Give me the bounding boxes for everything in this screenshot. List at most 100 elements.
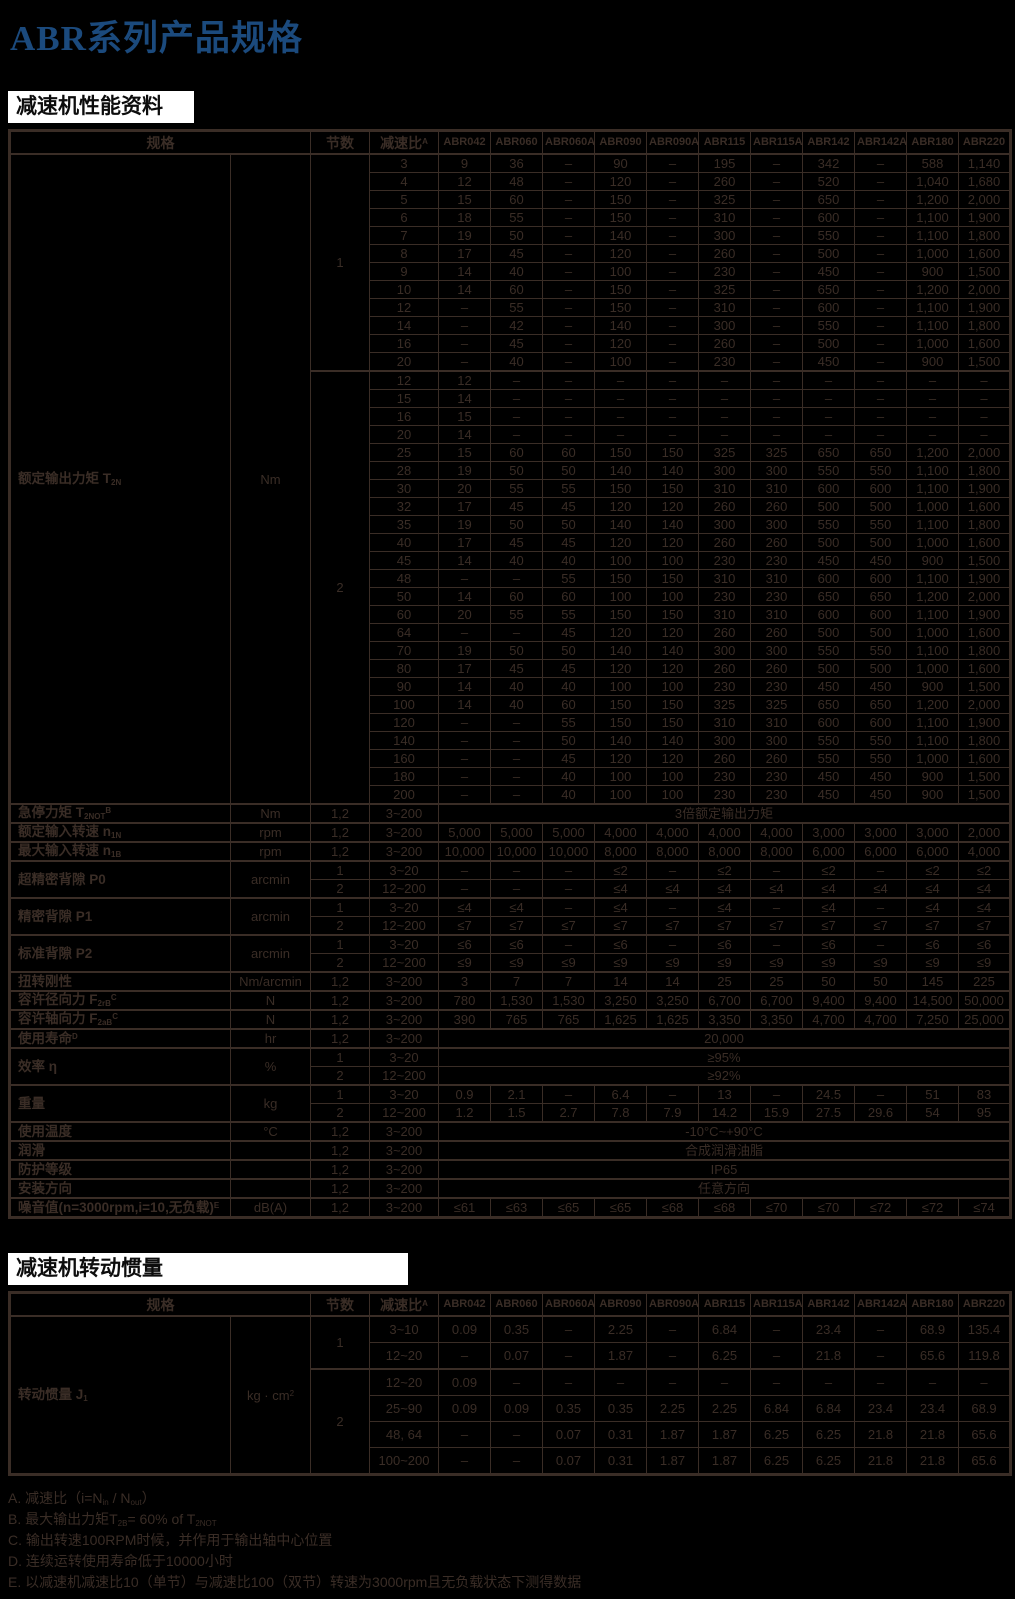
value-cell: 9,400 — [855, 991, 907, 1010]
value-cell: 23.4 — [907, 1396, 959, 1422]
value-cell: 1.87 — [699, 1448, 751, 1475]
value-cell: 310 — [751, 606, 803, 624]
value-cell: 500 — [855, 660, 907, 678]
value-cell: – — [647, 209, 699, 227]
value-cell: 145 — [907, 972, 959, 991]
value-cell: 450 — [855, 768, 907, 786]
value-cell: – — [439, 1422, 491, 1448]
value-cell: 1,000 — [907, 245, 959, 263]
value-cell: ≤6 — [959, 935, 1011, 954]
value-cell: ≤70 — [751, 1198, 803, 1218]
value-cell: 100 — [647, 588, 699, 606]
value-cell: 310 — [699, 209, 751, 227]
value-cell: – — [855, 209, 907, 227]
value-cell: 60 — [491, 444, 543, 462]
value-cell: 0.09 — [439, 1316, 491, 1343]
performance-table-body: 额定输出力矩 T2NNm13936–90–195–342–5881,140412… — [10, 154, 1011, 1218]
value-cell: 150 — [647, 444, 699, 462]
value-cell: 2,000 — [959, 281, 1011, 299]
value-cell: 23.4 — [855, 1396, 907, 1422]
value-cell: – — [907, 426, 959, 444]
value-cell: 230 — [751, 588, 803, 606]
value-cell: ≤2 — [803, 861, 855, 880]
ratio-cell: 80 — [370, 660, 439, 678]
ratio-cell: 100 — [370, 696, 439, 714]
value-cell: 0.35 — [543, 1396, 595, 1422]
value-cell: 140 — [647, 642, 699, 660]
value-cell: – — [803, 1369, 855, 1396]
unit-cell — [231, 1179, 311, 1198]
value-cell: 300 — [699, 642, 751, 660]
value-cell: 310 — [699, 714, 751, 732]
value-cell: 120 — [595, 660, 647, 678]
value-cell: 780 — [439, 991, 491, 1010]
value-cell: 100 — [647, 552, 699, 570]
value-cell: 50 — [491, 227, 543, 245]
value-cell: 450 — [855, 786, 907, 805]
value-cell: 140 — [595, 516, 647, 534]
value-cell: 55 — [543, 480, 595, 498]
value-cell: 60 — [491, 191, 543, 209]
column-header-model: ABR115 — [699, 1293, 751, 1317]
value-cell: 600 — [855, 570, 907, 588]
value-cell: 100 — [595, 678, 647, 696]
value-cell: – — [751, 353, 803, 372]
value-cell: ≤2 — [595, 861, 647, 880]
ratio-cell: 3~200 — [370, 842, 439, 861]
value-cell: 1,100 — [907, 480, 959, 498]
value-cell: 3,350 — [751, 1010, 803, 1029]
table-row: 容许径向力 F2rBCN1,23~2007801,5301,5303,2503,… — [10, 991, 1011, 1010]
value-cell: – — [751, 371, 803, 390]
value-cell: 230 — [699, 768, 751, 786]
value-cell: 1,800 — [959, 462, 1011, 480]
span-value-cell: ≥95% — [439, 1048, 1011, 1067]
value-cell: 45 — [491, 335, 543, 353]
value-cell: – — [699, 408, 751, 426]
value-cell: – — [855, 371, 907, 390]
value-cell: 12 — [439, 371, 491, 390]
table-row: 额定输出力矩 T2NNm13936–90–195–342–5881,140 — [10, 154, 1011, 173]
value-cell: 100 — [647, 768, 699, 786]
ratio-cell: 12~200 — [370, 1104, 439, 1123]
ratio-cell: 3~20 — [370, 935, 439, 954]
table-row: 防护等级1,23~200IP65 — [10, 1160, 1011, 1179]
value-cell: 14.2 — [699, 1104, 751, 1123]
value-cell: ≤4 — [595, 898, 647, 917]
column-header-model: ABR115 — [699, 131, 751, 155]
value-cell: 6.84 — [699, 1316, 751, 1343]
table-row: 额定输入转速 n1Nrpm1,23~2005,0005,0005,0004,00… — [10, 823, 1011, 842]
value-cell: 2,000 — [959, 588, 1011, 606]
value-cell: 300 — [751, 732, 803, 750]
value-cell: – — [647, 1369, 699, 1396]
value-cell: 120 — [595, 173, 647, 191]
value-cell: 1,200 — [907, 191, 959, 209]
value-cell: 2,000 — [959, 444, 1011, 462]
value-cell: – — [699, 390, 751, 408]
value-cell: 150 — [647, 606, 699, 624]
column-header-ratio: 减速比A — [370, 131, 439, 155]
value-cell: 1,625 — [595, 1010, 647, 1029]
value-cell: 5,000 — [543, 823, 595, 842]
ratio-cell: 70 — [370, 642, 439, 660]
stage-cell: 1 — [311, 898, 370, 917]
value-cell: 1,600 — [959, 335, 1011, 353]
performance-table: 规格节数减速比AABR042ABR060ABR060AABR090ABR090A… — [8, 129, 1012, 1219]
value-cell: ≤65 — [595, 1198, 647, 1218]
value-cell: 1,900 — [959, 606, 1011, 624]
value-cell: 55 — [543, 570, 595, 588]
value-cell: ≤4 — [699, 880, 751, 899]
value-cell: 140 — [647, 516, 699, 534]
value-cell: 65.6 — [959, 1448, 1011, 1475]
value-cell: 450 — [803, 552, 855, 570]
value-cell: 600 — [803, 480, 855, 498]
value-cell: – — [647, 335, 699, 353]
value-cell: 100 — [595, 353, 647, 372]
value-cell: ≤4 — [803, 880, 855, 899]
value-cell: 1,100 — [907, 209, 959, 227]
column-header-model: ABR142A — [855, 131, 907, 155]
value-cell: 68.9 — [907, 1316, 959, 1343]
value-cell: 230 — [751, 552, 803, 570]
value-cell: 8,000 — [699, 842, 751, 861]
value-cell: ≤9 — [751, 954, 803, 973]
value-cell: – — [543, 154, 595, 173]
